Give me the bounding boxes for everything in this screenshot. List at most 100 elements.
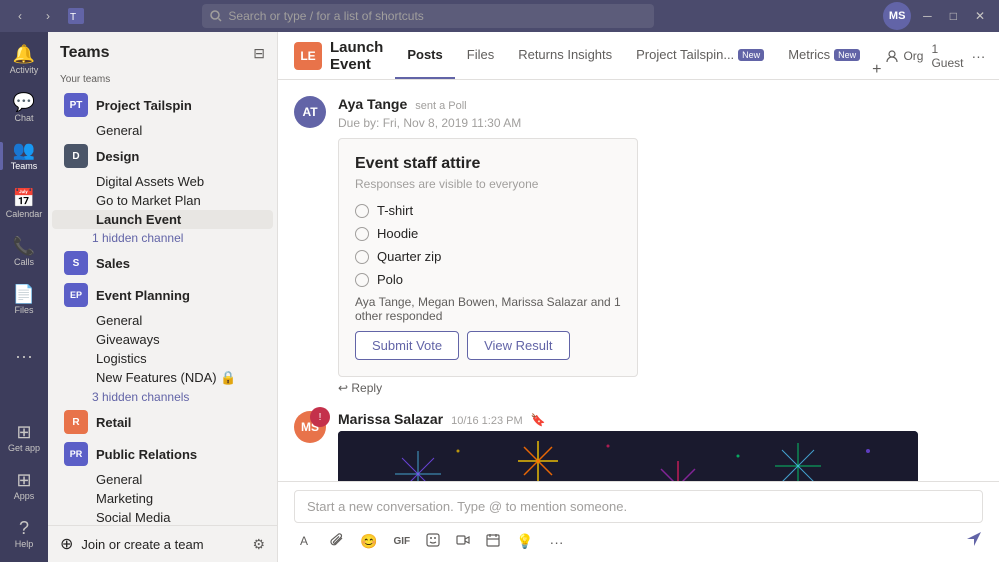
channel-item-general-pr[interactable]: General xyxy=(52,470,273,489)
channel-item-logistics[interactable]: Logistics xyxy=(52,349,273,368)
rail-label-apps: Apps xyxy=(14,491,35,501)
user-avatar[interactable]: MS xyxy=(883,2,911,30)
nav-forward-button[interactable]: › xyxy=(36,4,60,28)
nav-back-button[interactable]: ‹ xyxy=(8,4,32,28)
poll-meta-sent: sent a Poll xyxy=(415,100,466,112)
get-app-icon: ⊞ xyxy=(16,423,31,441)
rail-item-get-app[interactable]: ⊞ Get app xyxy=(0,414,48,462)
channel-item-social-media[interactable]: Social Media xyxy=(52,508,273,525)
tab-files[interactable]: Files xyxy=(455,32,506,79)
channel-item-new-features[interactable]: New Features (NDA) 🔒 xyxy=(52,368,273,388)
team-item-project-tailspin[interactable]: PT Project Tailspin ··· xyxy=(52,89,273,121)
rail-item-calls[interactable]: 📞 Calls xyxy=(0,228,48,276)
praise-button[interactable]: 💡 xyxy=(510,529,539,554)
channel-more-button[interactable]: ··· xyxy=(971,48,985,64)
restore-button[interactable]: □ xyxy=(944,9,963,23)
emoji-button[interactable]: 😊 xyxy=(354,529,383,554)
send-button[interactable] xyxy=(965,530,983,553)
rail-item-chat[interactable]: 💬 Chat xyxy=(0,84,48,132)
attach-button[interactable] xyxy=(324,529,350,554)
view-result-button[interactable]: View Result xyxy=(467,331,569,360)
poll-option-hoodie[interactable]: Hoodie xyxy=(355,226,621,241)
channel-item-digital-assets[interactable]: Digital Assets Web xyxy=(52,172,273,191)
join-create-team-button[interactable]: ⊕ Join or create a team xyxy=(60,534,244,554)
search-input[interactable] xyxy=(228,9,646,23)
poll-card: Event staff attire Responses are visible… xyxy=(338,138,638,377)
poll-option-tshirt[interactable]: T-shirt xyxy=(355,203,621,218)
rail-item-activity[interactable]: 🔔 Activity xyxy=(0,36,48,84)
team-item-retail[interactable]: R Retail ··· xyxy=(52,406,273,438)
submit-vote-button[interactable]: Submit Vote xyxy=(355,331,459,360)
format-button[interactable]: A xyxy=(294,529,320,554)
tab-metrics[interactable]: Metrics New xyxy=(776,32,872,79)
team-name-retail: Retail xyxy=(96,415,243,430)
help-icon: ? xyxy=(19,519,29,537)
team-item-public-relations[interactable]: PR Public Relations ··· xyxy=(52,438,273,470)
channel-name-giveaways: Giveaways xyxy=(96,332,265,347)
filter-button[interactable]: ⊟ xyxy=(253,45,265,62)
message-input-area: Start a new conversation. Type @ to ment… xyxy=(278,481,999,562)
sidebar-settings-button[interactable]: ⚙ xyxy=(252,536,265,553)
poll-radio-hoodie[interactable] xyxy=(355,227,369,241)
poll-radio-polo[interactable] xyxy=(355,273,369,287)
rail-item-help[interactable]: ? Help xyxy=(0,510,48,558)
rail-item-files[interactable]: 📄 Files xyxy=(0,276,48,324)
rail-item-calendar[interactable]: 📅 Calendar xyxy=(0,180,48,228)
gif-button[interactable]: GIF xyxy=(387,532,416,551)
sender-marissa-salazar: Marissa Salazar xyxy=(338,411,443,427)
fireworks-svg xyxy=(338,431,918,481)
poll-message-header: Aya Tange sent a Poll xyxy=(338,96,983,112)
poll-respondents: Aya Tange, Megan Bowen, Marissa Salazar … xyxy=(355,295,621,323)
poll-radio-quarter-zip[interactable] xyxy=(355,250,369,264)
reply-link-poll[interactable]: ↩ Reply xyxy=(338,381,983,395)
meet-button[interactable] xyxy=(450,529,476,554)
activity-icon: 🔔 xyxy=(13,45,35,63)
team-item-event-planning[interactable]: EP Event Planning ··· xyxy=(52,279,273,311)
team-avatar-project-tailspin: PT xyxy=(64,93,88,117)
fireworks-meta-time: 10/16 1:23 PM xyxy=(451,415,523,427)
channel-title: Launch Event xyxy=(330,39,383,73)
hidden-channels-ep[interactable]: 3 hidden channels xyxy=(48,388,277,406)
team-avatar-event-planning: EP xyxy=(64,283,88,307)
content-area: LE Launch Event Posts Files Returns Insi… xyxy=(278,32,999,562)
org-button[interactable]: Org xyxy=(885,49,923,63)
poll-option-label-tshirt: T-shirt xyxy=(377,203,413,218)
top-bar: ‹ › T MS ─ □ ✕ xyxy=(0,0,999,32)
channel-item-general-pt[interactable]: General xyxy=(52,121,273,140)
rail-item-teams[interactable]: 👥 Teams xyxy=(0,132,48,180)
sticker-icon xyxy=(426,533,440,547)
rail-item-ellipsis[interactable]: ··· xyxy=(0,332,48,380)
rail-label-get-app: Get app xyxy=(8,443,40,453)
poll-option-label-polo: Polo xyxy=(377,272,403,287)
channel-item-go-to-market[interactable]: Go to Market Plan xyxy=(52,191,273,210)
more-tools-button[interactable]: ··· xyxy=(544,530,570,554)
team-item-design[interactable]: D Design ··· xyxy=(52,140,273,172)
channel-item-marketing[interactable]: Marketing xyxy=(52,489,273,508)
send-icon xyxy=(965,530,983,548)
minimize-button[interactable]: ─ xyxy=(917,9,938,23)
hidden-channels-design[interactable]: 1 hidden channel xyxy=(48,229,277,247)
channel-item-giveaways[interactable]: Giveaways xyxy=(52,330,273,349)
channel-item-launch-event[interactable]: Launch Event xyxy=(52,210,273,229)
poll-radio-tshirt[interactable] xyxy=(355,204,369,218)
schedule-button[interactable] xyxy=(480,529,506,554)
avatar-container-marissa: MS ! xyxy=(294,411,326,481)
team-item-sales[interactable]: S Sales ··· xyxy=(52,247,273,279)
channel-item-general-ep[interactable]: General xyxy=(52,311,273,330)
team-avatar-retail: R xyxy=(64,410,88,434)
sticker-button[interactable] xyxy=(420,529,446,554)
rail-label-calls: Calls xyxy=(14,257,34,267)
add-tab-button[interactable]: + xyxy=(872,61,881,79)
search-bar[interactable] xyxy=(202,4,654,28)
poll-option-polo[interactable]: Polo xyxy=(355,272,621,287)
bookmark-button[interactable]: 🔖 xyxy=(531,413,546,427)
poll-option-label-quarter-zip: Quarter zip xyxy=(377,249,441,264)
close-button[interactable]: ✕ xyxy=(969,9,991,23)
tab-returns-insights[interactable]: Returns Insights xyxy=(506,32,624,79)
rail-label-help: Help xyxy=(15,539,34,549)
poll-option-quarter-zip[interactable]: Quarter zip xyxy=(355,249,621,264)
tab-posts[interactable]: Posts xyxy=(395,32,454,79)
rail-item-apps[interactable]: ⊞ Apps xyxy=(0,462,48,510)
svg-text:A: A xyxy=(300,534,308,547)
tab-project-tailspin[interactable]: Project Tailspin... New xyxy=(624,32,776,79)
